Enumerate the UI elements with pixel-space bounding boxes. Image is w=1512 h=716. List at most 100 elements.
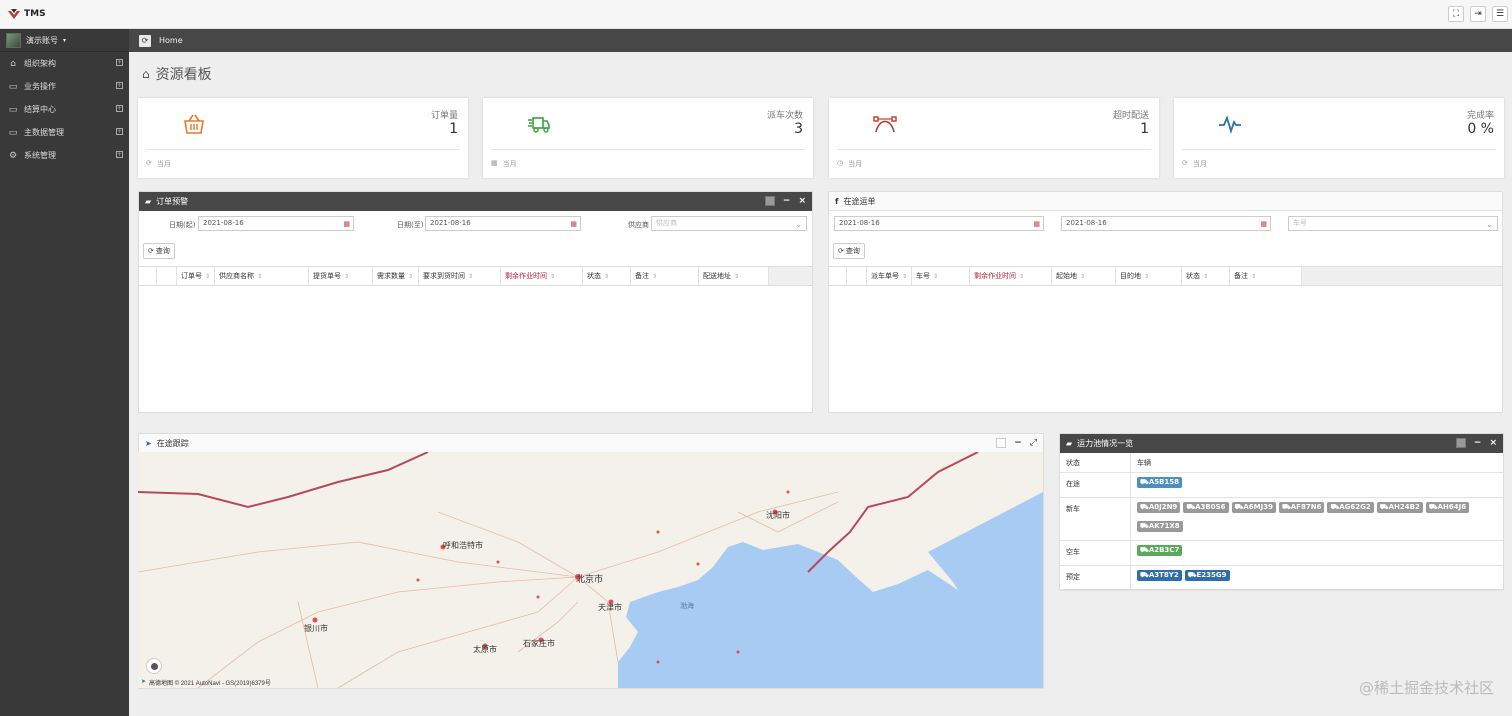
column-header[interactable]: 备注 ⇕	[631, 267, 699, 285]
locate-button[interactable]	[146, 658, 162, 674]
caret-down-icon: ▾	[63, 36, 67, 44]
column-header[interactable]: 需求数量 ⇕	[373, 267, 419, 285]
card-footer: 当月	[1192, 160, 1207, 168]
supplier-select[interactable]: 供应商 ⌄	[651, 216, 807, 231]
card-overdue: 超时配送 1 ◷ 当月	[829, 98, 1159, 178]
date-end-input[interactable]: 2021-08-16 ▦	[1061, 216, 1271, 231]
column-header[interactable]: 剩余作业时间 ⇕	[501, 267, 583, 285]
user-menu[interactable]: 演示账号 ▾	[0, 29, 129, 52]
vehicle-tag[interactable]: ⛟A5B158	[1137, 477, 1183, 488]
user-name: 演示账号	[26, 35, 58, 45]
column-header[interactable]: 车号 ⇕	[912, 267, 970, 285]
column-header[interactable]: 订单号 ⇕	[177, 267, 215, 285]
panel-title: 运力池情况一览	[1077, 439, 1134, 448]
vehicle-plate: AG62G2	[1339, 503, 1371, 511]
vehicle-tag[interactable]: ⛟AH64J6	[1425, 502, 1470, 513]
expand-icon[interactable]: +	[116, 128, 123, 135]
vehicle-tag[interactable]: ⛟AH24B2	[1376, 502, 1423, 513]
date-start-input[interactable]: 2021-08-16 ▦	[834, 216, 1044, 231]
column-header[interactable]: 配送地址 ⇕	[699, 267, 769, 285]
truck-icon: ⛟	[1428, 503, 1438, 511]
column-header[interactable]: 供应商名称 ⇕	[215, 267, 309, 285]
vehicle-tag[interactable]: ⛟A0J2N9	[1137, 502, 1181, 513]
query-button[interactable]: ⟳ 查询	[143, 243, 175, 259]
card-footer: 当月	[502, 160, 517, 168]
refresh-button[interactable]: ⟳	[139, 34, 151, 47]
folder-icon: ▭	[8, 127, 18, 138]
logout-button[interactable]: ⇥	[1470, 6, 1486, 22]
color-toggle-button[interactable]	[764, 196, 775, 206]
vehicle-plate: E235G9	[1196, 571, 1227, 579]
date-end-input[interactable]: 2021-08-16 ▦	[425, 216, 581, 231]
map-label-yinchuan: 银川市	[304, 623, 328, 633]
column-label: 起始地	[1056, 272, 1077, 280]
vehicle-tag[interactable]: ⛟A3T8Y2	[1137, 570, 1182, 581]
card-footer: 当月	[156, 160, 171, 168]
avatar	[6, 32, 21, 48]
collapse-button[interactable]: −	[1014, 438, 1022, 448]
folder-icon: ▭	[8, 81, 18, 92]
vehicle-plate: AH24B2	[1388, 503, 1420, 511]
close-button[interactable]: ×	[798, 196, 806, 206]
menu-button[interactable]: ☰	[1492, 6, 1508, 22]
vehicle-plate: AK71X8	[1148, 521, 1180, 530]
vehicle-tag[interactable]: ⛟AG62G2	[1327, 502, 1374, 513]
column-header[interactable]: 要求到货时间 ⇕	[419, 267, 501, 285]
scrollbar-gutter	[769, 267, 812, 285]
header-vehicle: 车辆	[1137, 459, 1151, 467]
sidebar-item[interactable]: ▭ 主数据管理 +	[0, 121, 129, 144]
column-header[interactable]: 提货单号 ⇕	[309, 267, 373, 285]
color-toggle-button[interactable]	[996, 438, 1007, 448]
column-label: 配送地址	[703, 272, 731, 280]
color-toggle-button[interactable]	[1455, 438, 1466, 448]
column-header[interactable]: 状态 ⇕	[1182, 267, 1230, 285]
date-start-input[interactable]: 2021-08-16 ▦	[198, 216, 354, 231]
expand-icon[interactable]: +	[116, 151, 123, 158]
column-header[interactable]: 目的地 ⇕	[1116, 267, 1182, 285]
calendar-icon: ▦	[1033, 220, 1040, 228]
column-header[interactable]: 剩余作业时间 ⇕	[970, 267, 1052, 285]
expand-icon[interactable]: +	[116, 59, 123, 66]
expand-icon[interactable]: +	[116, 105, 123, 112]
vehicle-tag[interactable]: ⛟E235G9	[1184, 570, 1230, 581]
vehicle-tag[interactable]: ⛟A6MJ39	[1231, 502, 1276, 513]
card-value: 1	[1140, 121, 1149, 137]
column-label: 订单号	[181, 272, 202, 280]
sidebar-item[interactable]: ▭ 结算中心 +	[0, 98, 129, 121]
map[interactable]: 北京市 天津市 石家庄市 太原市 呼和浩特市 沈阳市 银川市 渤海 ➤ 高德地图 …	[138, 452, 1043, 688]
truck-icon: ⛟	[1140, 503, 1149, 511]
column-header[interactable]: 状态 ⇕	[583, 267, 631, 285]
capacity-status: 空车	[1060, 541, 1131, 565]
sidebar-item[interactable]: ▭ 业务操作 +	[0, 75, 129, 98]
column-header[interactable]: 起始地 ⇕	[1052, 267, 1116, 285]
home-icon: ⌂	[10, 58, 16, 69]
vehicle-tag[interactable]: ⛟AF87N6	[1278, 502, 1325, 513]
map-label-beijing: 北京市	[576, 573, 603, 584]
column-header[interactable]: 备注 ⇕	[1230, 267, 1302, 285]
vehicle-tag[interactable]: ⛟A3B0S6	[1183, 502, 1229, 513]
refresh-icon: ⟳	[141, 36, 149, 45]
sort-icon: ⇕	[550, 272, 556, 280]
sidebar-item[interactable]: ⌂ 组织架构 +	[0, 52, 129, 75]
vehicle-tag[interactable]: ⛟A2B3C7	[1137, 545, 1183, 556]
fullscreen-button[interactable]: ⛶	[1448, 6, 1464, 22]
sort-icon: ⇕	[652, 272, 658, 280]
date-end-label: 日期(至)	[397, 221, 424, 229]
sidebar-item[interactable]: ⚙ 系统管理 +	[0, 144, 129, 167]
breadcrumb-home[interactable]: Home	[159, 36, 183, 45]
vehicle-tag[interactable]: ⛟AK71X8	[1137, 520, 1183, 532]
comments-icon: ▰	[145, 197, 152, 206]
collapse-button[interactable]: −	[783, 196, 791, 206]
column-header[interactable]: 派车单号 ⇕	[867, 267, 912, 285]
plate-select[interactable]: 车号 ⌄	[1288, 216, 1498, 231]
sort-icon: ⇕	[408, 272, 414, 280]
scrollbar-gutter	[1302, 267, 1502, 285]
capacity-row: 空车 ⛟A2B3C7	[1060, 541, 1503, 566]
app-logo[interactable]: TMS	[7, 8, 46, 20]
query-button[interactable]: ⟳ 查询	[833, 243, 865, 259]
sidebar-item-label: 系统管理	[24, 151, 56, 160]
expand-icon[interactable]: +	[116, 82, 123, 89]
expand-button[interactable]: ⤢	[1030, 438, 1037, 448]
collapse-button[interactable]: −	[1474, 438, 1482, 448]
close-button[interactable]: ×	[1489, 438, 1497, 448]
